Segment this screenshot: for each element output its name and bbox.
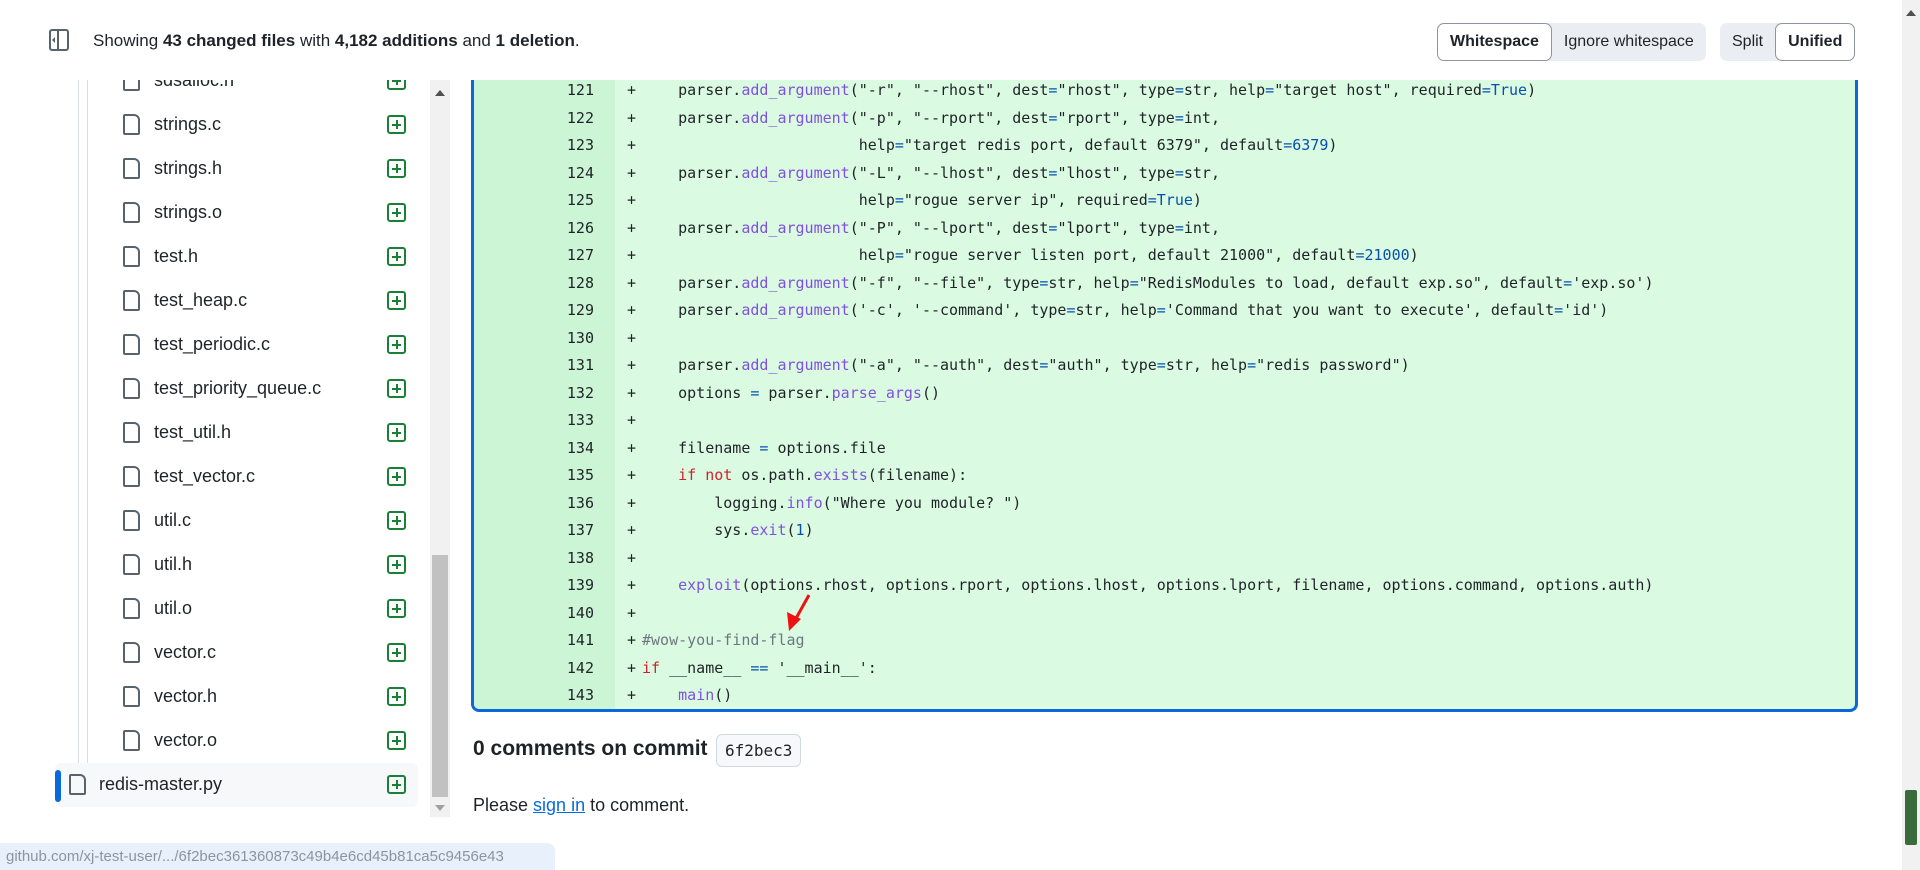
annotation-arrow [787,594,811,631]
